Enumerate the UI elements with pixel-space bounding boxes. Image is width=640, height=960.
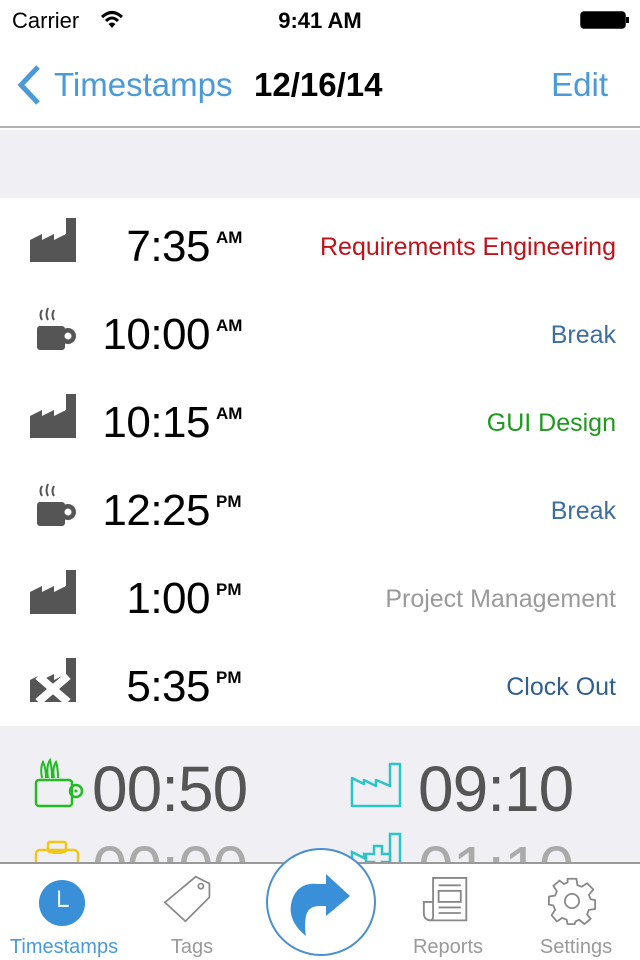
timestamp-tag: Clock Out xyxy=(506,673,616,701)
battery-icon xyxy=(580,11,629,29)
gear-icon xyxy=(548,877,596,925)
section-header xyxy=(0,130,640,198)
timestamp-ampm: AM xyxy=(216,228,243,247)
timestamp-row[interactable]: 7:35 AM Requirements Engineering xyxy=(0,198,640,286)
tab-settings[interactable]: Settings xyxy=(512,864,640,960)
factory-icon xyxy=(30,218,76,262)
timestamp-row[interactable]: 12:25 PM Break xyxy=(0,462,640,550)
factory-plus-outline-icon xyxy=(350,832,402,862)
timestamp-tag: Project Management xyxy=(385,585,616,613)
factory-icon xyxy=(30,394,76,438)
report-icon xyxy=(422,877,468,922)
page-title: 12/16/14 xyxy=(254,66,383,103)
navigation-bar: Timestamps 12/16/14 Edit xyxy=(0,40,640,128)
coffee-cup-outline-icon xyxy=(34,757,84,808)
timestamp-row[interactable]: 10:00 AM Break xyxy=(0,286,640,374)
timestamp-ampm: AM xyxy=(216,404,243,423)
stamp-redo-arrow-icon xyxy=(290,874,350,936)
timestamp-tag: Break xyxy=(550,497,616,525)
clock-icon xyxy=(38,879,86,927)
add-timestamp-button[interactable] xyxy=(266,848,376,956)
tab-timestamps[interactable]: Timestamps xyxy=(0,864,128,960)
timestamp-time: 10:00 xyxy=(102,310,210,359)
tab-tags[interactable]: Tags xyxy=(128,864,256,960)
timestamp-row[interactable]: 1:00 PM Project Management xyxy=(0,550,640,638)
status-time: 9:41 AM xyxy=(278,8,362,33)
back-button-label[interactable]: Timestamps xyxy=(54,66,232,104)
overtime-total: 01:10 xyxy=(418,832,574,862)
timestamp-ampm: AM xyxy=(216,316,243,335)
break-total: 00:50 xyxy=(92,753,248,825)
tab-label: Settings xyxy=(539,936,613,958)
timestamp-time: 5:35 xyxy=(126,662,210,711)
daily-summary[interactable]: 00:50 09:10 00:00 01:10 xyxy=(0,726,640,862)
timestamp-ampm: PM xyxy=(216,580,242,599)
travel-total: 00:00 xyxy=(92,832,248,862)
timestamp-ampm: PM xyxy=(216,668,242,687)
tag-icon xyxy=(164,875,211,923)
tab-label: Tags xyxy=(170,936,214,958)
timestamp-time: 12:25 xyxy=(102,486,210,535)
status-bar: Carrier 9:41 AM xyxy=(0,0,640,40)
timestamp-row[interactable]: 5:35 PM Clock Out xyxy=(0,638,640,726)
factory-icon xyxy=(30,570,76,614)
timestamp-time: 1:00 xyxy=(126,574,210,623)
coffee-cup-icon xyxy=(37,307,76,350)
timestamp-row[interactable]: 10:15 AM GUI Design xyxy=(0,374,640,462)
timestamp-list: 7:35 AM Requirements Engineering 10:00 A… xyxy=(0,198,640,726)
edit-button[interactable]: Edit xyxy=(551,66,608,104)
tab-label: Timestamps xyxy=(9,936,119,958)
timestamp-tag: Break xyxy=(550,321,616,349)
chevron-left-icon[interactable] xyxy=(16,64,42,106)
clock-out-icon xyxy=(30,658,76,704)
timestamp-ampm: PM xyxy=(216,492,242,511)
briefcase-outline-icon xyxy=(34,840,80,862)
coffee-cup-icon xyxy=(37,483,76,526)
timestamp-time: 7:35 xyxy=(126,222,210,271)
work-total: 09:10 xyxy=(418,753,574,825)
timestamp-tag: GUI Design xyxy=(486,409,616,437)
tab-label: Reports xyxy=(412,936,484,958)
timestamp-tag: Requirements Engineering xyxy=(319,233,616,261)
timestamp-time: 10:15 xyxy=(102,398,210,447)
tab-reports[interactable]: Reports xyxy=(384,864,512,960)
factory-outline-icon xyxy=(350,762,402,808)
